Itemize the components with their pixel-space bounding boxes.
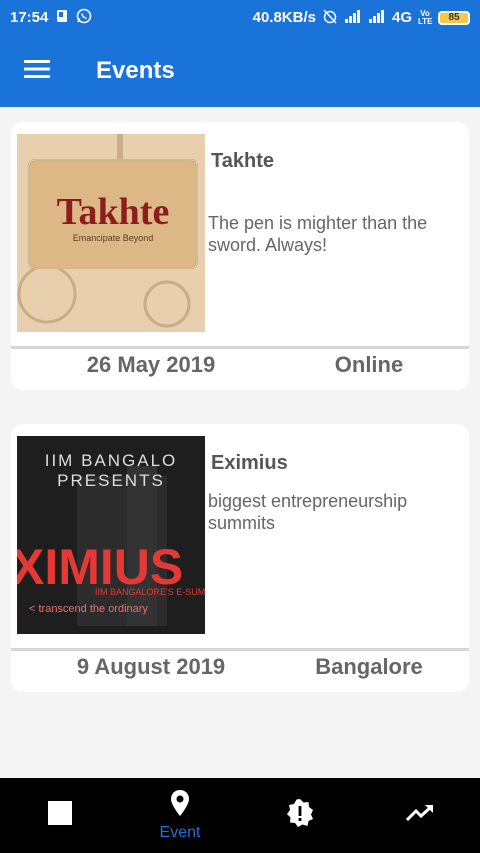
app-bar: Events	[0, 35, 480, 107]
nav-item-alerts[interactable]	[240, 778, 360, 853]
menu-button[interactable]	[0, 35, 74, 107]
network-speed: 40.8KB/s	[252, 9, 316, 26]
event-title: Takhte	[211, 150, 274, 172]
square-icon	[48, 801, 72, 830]
network-type: 4G	[391, 9, 412, 26]
event-date: 9 August 2019	[76, 654, 226, 679]
alarm-off-icon	[322, 8, 338, 28]
event-date: 26 May 2019	[86, 352, 216, 377]
status-bar: 17:54 40.8KB/s 4G Vo LTE 85	[0, 0, 480, 35]
status-time: 17:54	[10, 9, 49, 26]
signal-icon	[368, 9, 386, 27]
event-location: Bangalore	[315, 654, 423, 679]
event-location: Online	[334, 352, 404, 377]
signal-icon	[344, 9, 362, 27]
svg-text:PRESENTS: PRESENTS	[57, 471, 165, 490]
event-description: The pen is mighter than the sword. Alway…	[208, 213, 428, 255]
trending-up-icon	[405, 804, 434, 827]
location-pin-icon	[170, 789, 190, 822]
alert-badge-icon	[285, 798, 315, 833]
event-thumbnail: Takhte Emancipate Beyond	[17, 134, 205, 332]
page-title: Events	[96, 57, 175, 84]
bottom-navigation: Event	[0, 778, 480, 853]
nav-item-event[interactable]: Event	[120, 778, 240, 853]
divider	[11, 648, 469, 651]
thumbnail-title: Takhte	[57, 191, 170, 233]
event-description: biggest entrepreneurship summits	[208, 491, 408, 533]
whatsapp-icon	[76, 8, 92, 28]
event-card[interactable]: Takhte Emancipate Beyond Takhte The pen …	[11, 122, 469, 390]
hamburger-menu-icon	[24, 59, 50, 84]
battery-icon: 85	[438, 10, 470, 25]
nav-label-event: Event	[159, 824, 201, 841]
thumbnail-subtitle: Emancipate Beyond	[73, 233, 154, 243]
nav-item-home[interactable]	[0, 778, 120, 853]
nav-item-trending[interactable]	[360, 778, 480, 853]
thumbnail-tagline: < transcend the ordinary	[29, 603, 148, 615]
event-title: Eximius	[211, 452, 288, 474]
volte-indicator: Vo LTE	[418, 8, 433, 26]
svg-text:IIM BANGALO: IIM BANGALO	[45, 451, 178, 470]
thumbnail-subtitle: IIM BANGALORE'S E-SUM	[95, 587, 205, 597]
divider	[11, 346, 469, 349]
sim-card-icon	[56, 9, 68, 27]
event-card[interactable]: IIM BANGALO PRESENTS XIMIUS IIM BANGALOR…	[11, 424, 469, 692]
event-thumbnail: IIM BANGALO PRESENTS XIMIUS IIM BANGALOR…	[17, 436, 205, 634]
